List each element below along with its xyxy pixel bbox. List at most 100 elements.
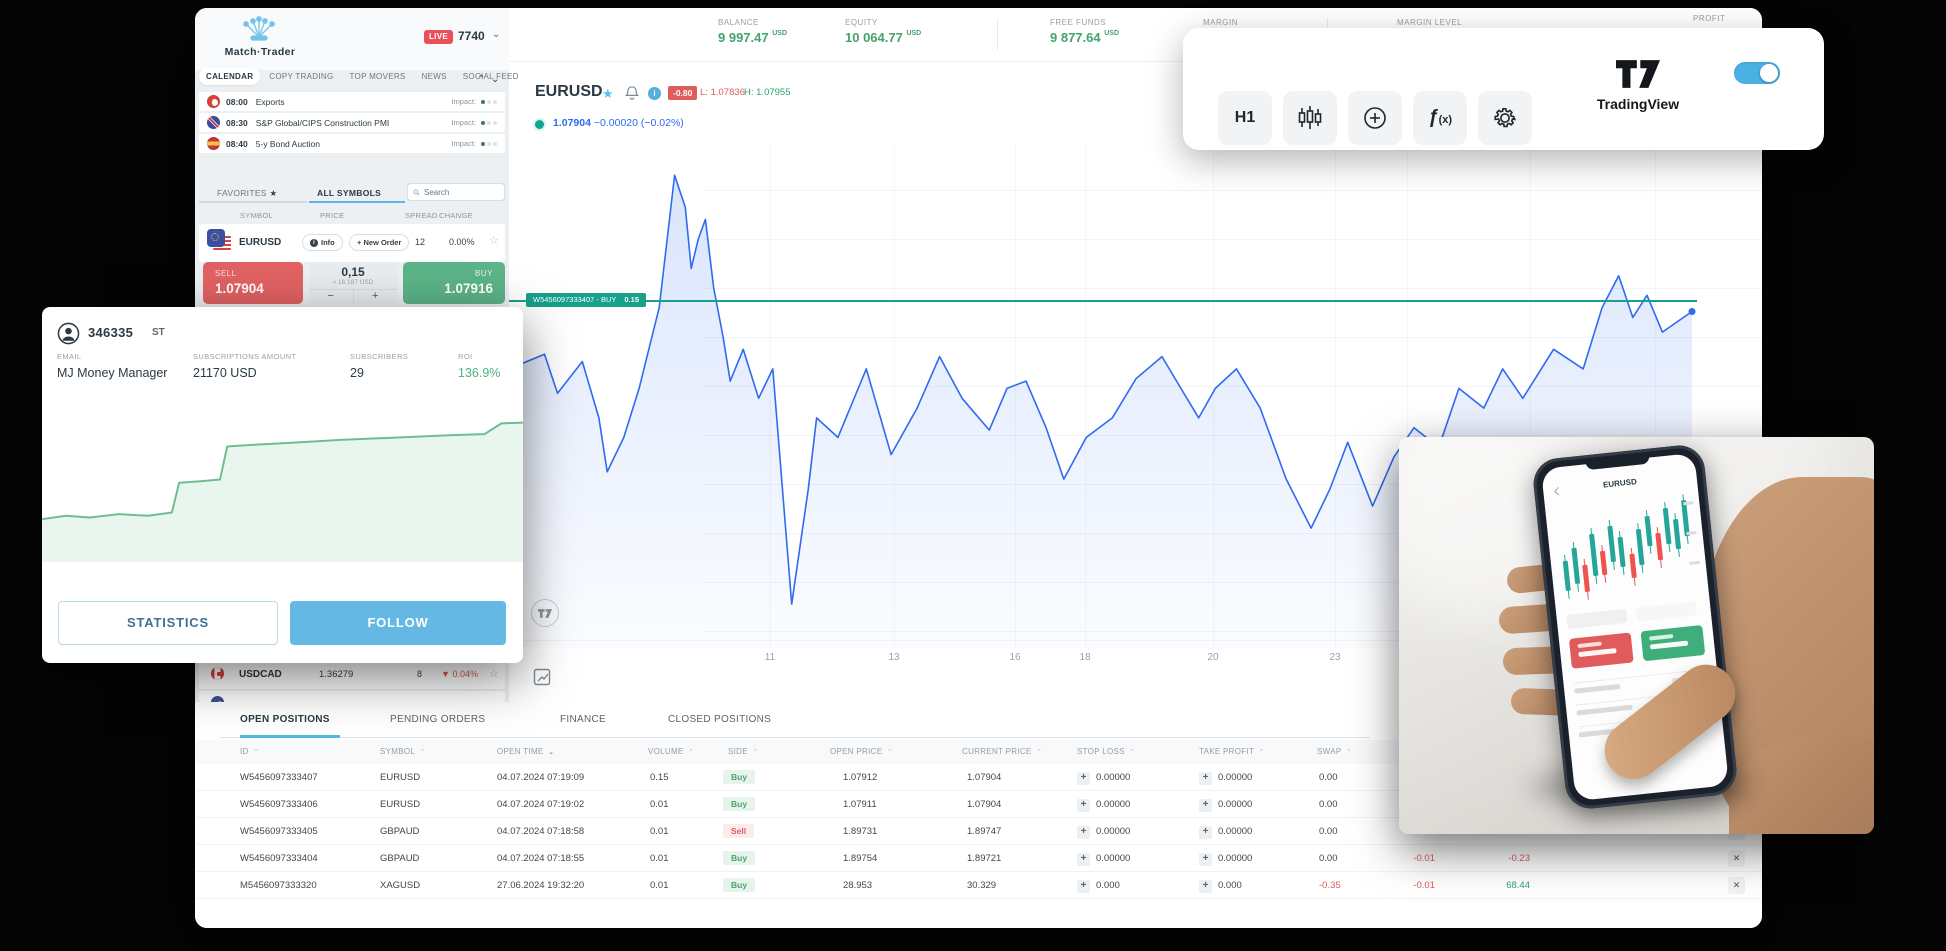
scroll-down-icon[interactable]: ⌄ [491, 74, 499, 85]
symbol-row-eurusd[interactable]: EURUSD i Info + New Order 12 0.00% ☆ [199, 224, 505, 262]
volume-stepper[interactable]: 0,15 ≈ 16 187 USD − + [309, 262, 397, 304]
volume-minus-button[interactable]: − [309, 290, 354, 303]
favorite-star-icon[interactable]: ☆ [489, 234, 499, 247]
cell-stop-loss[interactable]: +0.00000 [1077, 799, 1130, 812]
edit-take-profit-icon[interactable]: + [1199, 880, 1212, 893]
edit-stop-loss-icon[interactable]: + [1077, 853, 1090, 866]
edit-take-profit-icon[interactable]: + [1199, 826, 1212, 839]
calendar-event[interactable]: 08:00ExportsImpact: [199, 92, 505, 111]
column-header-open-price[interactable]: OPEN PRICE ⌃ [830, 747, 893, 756]
cell-take-profit[interactable]: +0.00000 [1199, 772, 1252, 785]
tab-favorites[interactable]: FAVORITES ★ [217, 188, 277, 199]
follow-button[interactable]: FOLLOW [290, 601, 506, 645]
tab-all-symbols[interactable]: ALL SYMBOLS [317, 188, 381, 198]
cell-profit: -0.23 [1480, 853, 1530, 864]
cell-id: W5456097333406 [240, 799, 318, 810]
symbol-column-header: SPREAD [405, 211, 438, 220]
positions-tab-closed-positions[interactable]: CLOSED POSITIONS [668, 714, 771, 725]
cell-stop-loss[interactable]: +0.00000 [1077, 772, 1130, 785]
close-position-button[interactable]: ✕ [1728, 850, 1745, 867]
positions-tab-pending-orders[interactable]: PENDING ORDERS [390, 714, 485, 725]
phone-mini-chart [1553, 493, 1700, 602]
symbol-info-icon[interactable]: i [648, 87, 661, 100]
edit-take-profit-icon[interactable]: + [1199, 772, 1212, 785]
sidebar-nav-tab-copy-trading[interactable]: COPY TRADING [262, 68, 340, 85]
sidebar-nav-tab-calendar[interactable]: CALENDAR [199, 68, 260, 85]
new-order-button[interactable]: + New Order [349, 234, 409, 251]
stat-unit: USD [772, 30, 787, 37]
close-position-button[interactable]: ✕ [1728, 877, 1745, 894]
edit-take-profit-icon[interactable]: + [1199, 799, 1212, 812]
cell-open-time: 04.07.2024 07:19:09 [497, 772, 584, 783]
stat-value: 21170 USD [193, 366, 296, 380]
column-header-current-price[interactable]: CURRENT PRICE ⌃ [962, 747, 1042, 756]
edit-stop-loss-icon[interactable]: + [1077, 826, 1090, 839]
cell-open-price: 1.89754 [843, 853, 877, 864]
es-flag-icon [207, 137, 220, 150]
calendar-event[interactable]: 08:30S&P Global/CIPS Construction PMIImp… [199, 113, 505, 132]
table-row[interactable]: W5456097333404GBPAUD04.07.2024 07:18:550… [195, 845, 1762, 872]
sidebar-nav-tab-news[interactable]: NEWS [415, 68, 454, 85]
positions-tab-open-positions[interactable]: OPEN POSITIONS [240, 714, 330, 725]
statistics-button[interactable]: STATISTICS [58, 601, 278, 645]
cell-take-profit[interactable]: +0.000 [1199, 880, 1242, 893]
cell-open-time: 04.07.2024 07:18:55 [497, 853, 584, 864]
positions-tab-finance[interactable]: FINANCE [560, 714, 606, 725]
table-row[interactable]: M5456097333320XAGUSD27.06.2024 19:32:200… [195, 872, 1762, 899]
edit-stop-loss-icon[interactable]: + [1077, 880, 1090, 893]
mini-candle-body [1673, 519, 1681, 549]
edit-stop-loss-icon[interactable]: + [1077, 799, 1090, 812]
functions-button[interactable]: ƒ(x) [1413, 91, 1467, 145]
edit-stop-loss-icon[interactable]: + [1077, 772, 1090, 785]
cell-stop-loss[interactable]: +0.00000 [1077, 826, 1130, 839]
add-indicator-button[interactable] [1348, 91, 1402, 145]
volume-plus-button[interactable]: + [354, 290, 398, 303]
phone-buy-button [1640, 625, 1705, 661]
sort-caret-icon: ⌃ [253, 749, 259, 756]
cell-take-profit[interactable]: +0.00000 [1199, 799, 1252, 812]
chart-type-candles-button[interactable] [1283, 91, 1337, 145]
timeframe-button[interactable]: H1 [1218, 91, 1272, 145]
trader-popup: 346335 ST EMAILMJ Money ManagerSUBSCRIPT… [42, 307, 523, 663]
cell-take-profit[interactable]: +0.00000 [1199, 853, 1252, 866]
trader-stat-roi: ROI136.9% [458, 352, 500, 380]
symbol-spread: 8 [417, 669, 422, 679]
change-badge: -0.80 [668, 86, 697, 100]
chart-favorite-star-icon[interactable]: ★ [602, 86, 614, 102]
column-header-side[interactable]: SIDE ⌃ [728, 747, 759, 756]
sort-caret-icon: ⌃ [887, 749, 893, 756]
column-header-open-time[interactable]: OPEN TIME ⌄ [497, 747, 554, 756]
sell-button[interactable]: SELL 1.07904 [203, 262, 303, 304]
cell-stop-loss[interactable]: +0.000 [1077, 880, 1120, 893]
chart-tool-icon[interactable] [533, 668, 551, 686]
account-chevron-down-icon[interactable]: ⌄ [492, 29, 500, 40]
column-header-id[interactable]: ID ⌃ [240, 747, 259, 756]
live-badge: LIVE [424, 30, 453, 44]
scroll-up-icon[interactable]: ⌃ [477, 74, 485, 85]
settings-button[interactable] [1478, 91, 1532, 145]
calendar-event[interactable]: 08:405-y Bond AuctionImpact: [199, 134, 505, 153]
favorite-star-icon[interactable]: ☆ [489, 667, 499, 680]
tradingview-toggle[interactable] [1734, 62, 1780, 84]
symbol-row-usdcad[interactable]: USDCAD 1.36279 8 ▼ 0.04% ☆ [199, 659, 505, 689]
column-header-stop-loss[interactable]: STOP LOSS ⌃ [1077, 747, 1135, 756]
edit-take-profit-icon[interactable]: + [1199, 853, 1212, 866]
mini-candle-body [1600, 551, 1607, 575]
position-line-tag[interactable]: W5456097333407 - BUY0.15 [526, 293, 646, 307]
search-input[interactable] [424, 188, 499, 197]
sidebar-nav-tab-top-movers[interactable]: TOP MOVERS [343, 68, 413, 85]
cell-stop-loss[interactable]: +0.00000 [1077, 853, 1130, 866]
column-header-symbol[interactable]: SYMBOL ⌃ [380, 747, 426, 756]
cell-take-profit[interactable]: +0.00000 [1199, 826, 1252, 839]
symbol-search[interactable] [407, 183, 505, 201]
event-time: 08:40 [226, 139, 248, 149]
account-number[interactable]: 7740 [458, 29, 485, 43]
info-button[interactable]: i Info [302, 234, 343, 251]
column-header-swap[interactable]: SWAP ⌃ [1317, 747, 1352, 756]
column-header-volume[interactable]: VOLUME ⌃ [648, 747, 694, 756]
column-header-take-profit[interactable]: TAKE PROFIT ⌃ [1199, 747, 1265, 756]
stat-value: 29 [350, 366, 408, 380]
buy-button[interactable]: BUY 1.07916 [403, 262, 505, 304]
cell-id: M5456097333320 [240, 880, 317, 891]
alert-bell-icon[interactable] [625, 85, 639, 100]
